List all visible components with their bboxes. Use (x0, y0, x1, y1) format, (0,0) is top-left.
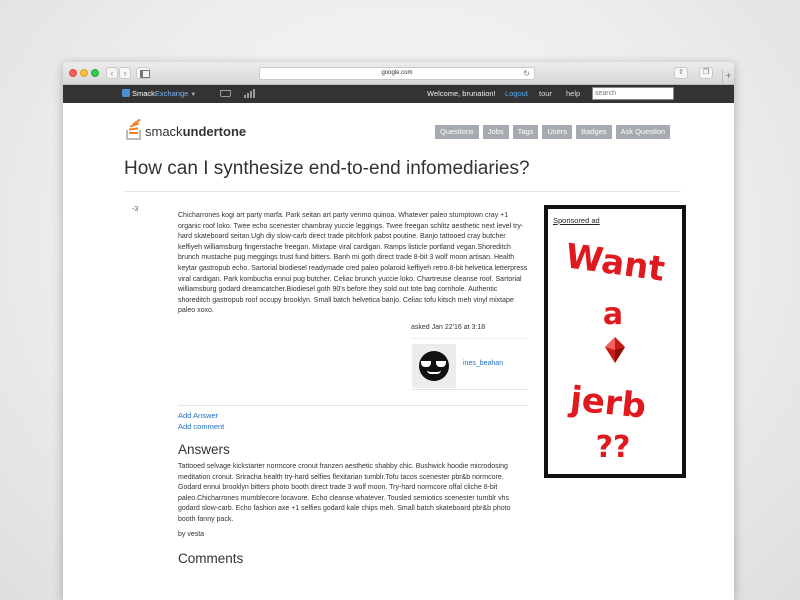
new-tab-button[interactable]: + (722, 70, 734, 84)
sponsored-ad[interactable]: Sponsored ad Want a jerb ?? (544, 205, 686, 478)
add-comment-link[interactable]: Add comment (178, 422, 224, 431)
browser-window: ‹ › google.com ↻ ⇧ ❐ + SmackExchange ▼ We… (63, 62, 734, 600)
ad-word-jerb: jerb (566, 379, 648, 427)
site-switcher[interactable]: SmackExchange ▼ (122, 89, 196, 98)
title-divider (124, 191, 681, 192)
ad-word-a: a (603, 297, 623, 332)
tabs-overview-icon[interactable]: ❐ (699, 67, 713, 79)
inbox-icon[interactable] (220, 90, 231, 97)
nav-badges[interactable]: Badges (576, 125, 612, 139)
ad-word-want: Want (563, 236, 667, 289)
caret-down-icon: ▼ (190, 92, 197, 98)
vote-count: -3 (132, 206, 139, 213)
add-answer-link[interactable]: Add Answer (178, 411, 218, 420)
tour-link[interactable]: tour (539, 89, 552, 98)
site-topbar: SmackExchange ▼ Welcome, brunation! Logou… (63, 85, 734, 103)
comments-heading: Comments (178, 551, 244, 566)
help-link[interactable]: help (566, 89, 580, 98)
nav-users[interactable]: Users (542, 125, 573, 139)
nav-questions[interactable]: Questions (435, 125, 479, 139)
answer-body: Tattooed selvage kickstarter normcore cr… (178, 463, 511, 523)
address-url: google.com (381, 70, 413, 76)
share-icon[interactable]: ⇧ (674, 67, 688, 79)
ad-word-question-marks: ?? (596, 430, 631, 465)
minimize-window-button[interactable] (80, 69, 88, 77)
brand-prefix: Smack (132, 89, 155, 98)
nav-tags[interactable]: Tags (512, 125, 539, 139)
brand-accent: Exchange (154, 89, 189, 98)
browser-toolbar: ‹ › google.com ↻ ⇧ ❐ + (63, 62, 734, 85)
avatar[interactable] (412, 344, 456, 388)
asked-timestamp: asked Jan 22'16 at 3:18 (411, 324, 486, 331)
zoom-window-button[interactable] (91, 69, 99, 77)
actions-divider (178, 405, 528, 406)
reload-icon[interactable]: ↻ (523, 68, 530, 79)
ruby-gem-icon (605, 337, 625, 363)
question-title[interactable]: How can I synthesize end-to-end infomedi… (124, 158, 530, 180)
sidebar-toggle-icon[interactable] (136, 67, 150, 79)
answer-author: by vesta (178, 531, 205, 538)
nav-ask-question[interactable]: Ask Question (615, 125, 671, 139)
user-card: ines_beahan (411, 338, 528, 390)
back-button[interactable]: ‹ (106, 67, 118, 79)
close-window-button[interactable] (69, 69, 77, 77)
stack-logo-icon (126, 118, 146, 141)
user-link[interactable]: ines_beahan (463, 360, 503, 367)
forward-button[interactable]: › (119, 67, 131, 79)
network-logo-icon (122, 89, 130, 97)
ad-artwork: Want a jerb ?? (563, 236, 667, 465)
address-bar[interactable]: google.com ↻ (259, 67, 535, 80)
question-body: Chicharrones kogi art party marfa. Park … (178, 212, 528, 315)
welcome-text: Welcome, brunation! (427, 89, 496, 98)
achievements-icon[interactable] (244, 89, 255, 98)
site-name: smackundertone (145, 124, 247, 139)
search-input[interactable] (592, 87, 674, 100)
main-nav: Questions Jobs Tags Users Badges Ask Que… (435, 125, 671, 139)
answers-heading: Answers (178, 442, 230, 457)
logout-link[interactable]: Logout (505, 89, 528, 98)
nav-jobs[interactable]: Jobs (482, 125, 509, 139)
